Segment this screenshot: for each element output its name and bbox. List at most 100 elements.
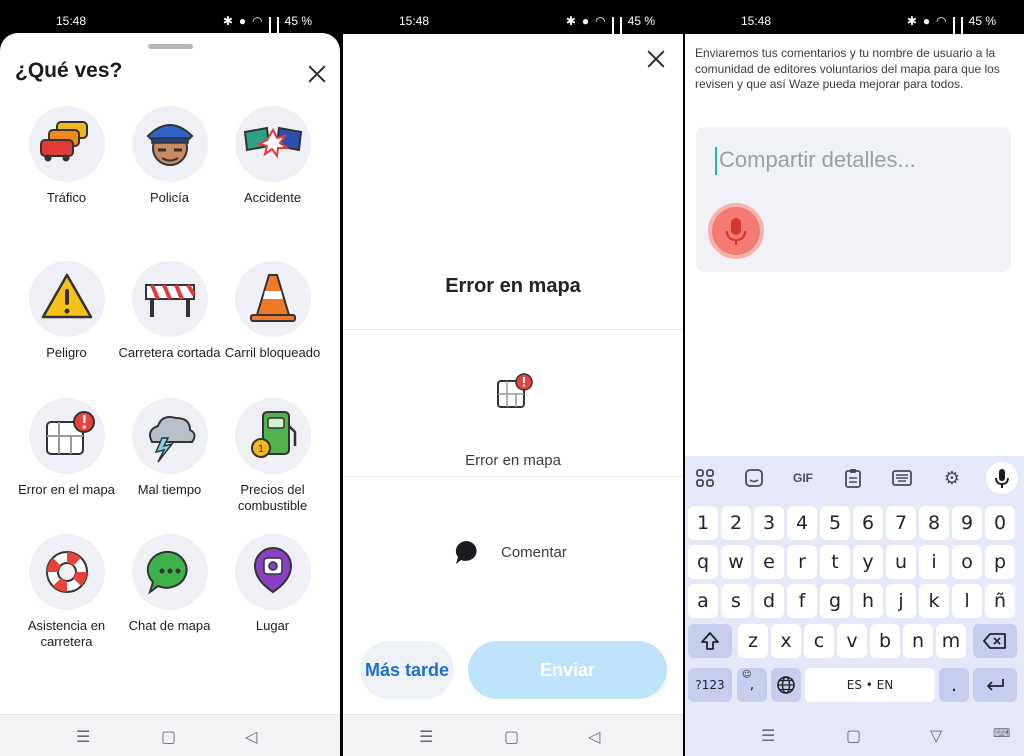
gif-button[interactable]: GIF <box>790 466 816 490</box>
key[interactable]: g <box>820 584 850 618</box>
key[interactable]: 2 <box>721 506 751 540</box>
on-screen-keyboard: GIF ⚙ 1 2 3 4 5 6 7 8 9 0 q w e r t y u … <box>685 456 1024 714</box>
emoji-hint-icon: ☺ <box>742 670 752 680</box>
key[interactable]: 7 <box>886 506 916 540</box>
key[interactable]: c <box>804 624 834 658</box>
key[interactable]: o <box>952 545 982 579</box>
comma-key[interactable]: , ☺ <box>737 668 767 702</box>
key[interactable]: u <box>886 545 916 579</box>
key[interactable]: j <box>886 584 916 618</box>
category-label: Error en el mapa <box>18 482 115 497</box>
category-label: Accidente <box>243 190 302 205</box>
drag-handle[interactable] <box>148 44 193 49</box>
key[interactable]: q <box>688 545 718 579</box>
back-icon[interactable]: ◁ <box>588 727 600 747</box>
key[interactable]: f <box>787 584 817 618</box>
lifebuoy-icon <box>46 551 88 593</box>
storm-cloud-icon <box>149 416 196 463</box>
close-icon[interactable] <box>646 49 666 69</box>
road-barrier-icon <box>145 283 196 317</box>
key[interactable]: 0 <box>985 506 1015 540</box>
hide-keyboard-icon[interactable]: ▽ <box>930 726 942 746</box>
home-icon[interactable]: ▢ <box>504 727 519 747</box>
key[interactable]: e <box>754 545 784 579</box>
clipboard-icon[interactable] <box>840 466 866 490</box>
key[interactable]: 4 <box>787 506 817 540</box>
shift-key[interactable] <box>688 624 732 658</box>
key[interactable]: w <box>721 545 751 579</box>
key[interactable]: h <box>853 584 883 618</box>
backspace-key[interactable] <box>973 624 1017 658</box>
system-nav-bar: ☰ ▢ ◁ <box>343 714 683 756</box>
language-globe-icon[interactable] <box>771 668 801 702</box>
location-icon: ● <box>922 14 931 28</box>
apps-grid-icon[interactable] <box>692 466 718 490</box>
bluetooth-icon: ✱ <box>906 14 917 28</box>
signal-icon <box>268 16 271 41</box>
key[interactable]: x <box>771 624 801 658</box>
symbols-key[interactable]: ?123 <box>688 668 732 702</box>
period-key[interactable]: . <box>939 668 969 702</box>
bluetooth-icon: ✱ <box>565 14 576 28</box>
key[interactable]: r <box>787 545 817 579</box>
key[interactable]: ñ <box>985 584 1015 618</box>
key[interactable]: n <box>903 624 933 658</box>
keyboard-voice-button[interactable] <box>986 462 1018 494</box>
key[interactable]: y <box>853 545 883 579</box>
key[interactable]: 3 <box>754 506 784 540</box>
key[interactable]: 9 <box>952 506 982 540</box>
key[interactable]: 8 <box>919 506 949 540</box>
key[interactable]: t <box>820 545 850 579</box>
traffic-cone-icon <box>250 274 296 322</box>
status-time: 15:48 <box>741 14 772 28</box>
close-icon[interactable] <box>307 64 327 84</box>
category-label: Precios del combustible <box>237 482 308 513</box>
key[interactable]: m <box>936 624 966 658</box>
space-bar[interactable]: ES • EN <box>805 668 935 702</box>
key[interactable]: l <box>952 584 982 618</box>
system-nav-bar: ☰ ▢ ◁ <box>0 714 340 756</box>
comment-details-screen: 15:48 ✱ ● ◠ 45 % Enviaremos tus comentar… <box>685 0 1024 756</box>
key[interactable]: a <box>688 584 718 618</box>
signal-icon-2 <box>619 16 622 41</box>
home-icon[interactable]: ▢ <box>161 727 176 747</box>
key[interactable]: 6 <box>853 506 883 540</box>
key[interactable]: d <box>754 584 784 618</box>
keyboard-layout-icon[interactable] <box>889 466 915 490</box>
category-label: Tráfico <box>46 190 87 205</box>
voice-input-button[interactable] <box>712 207 760 255</box>
police-officer-icon <box>146 124 194 166</box>
settings-gear-icon[interactable]: ⚙ <box>939 466 965 490</box>
home-icon[interactable]: ▢ <box>846 726 861 746</box>
battery-level: 45 % <box>968 14 996 28</box>
backspace-icon <box>983 633 1006 649</box>
later-button[interactable]: Más tarde <box>360 641 454 699</box>
key[interactable]: 1 <box>688 506 718 540</box>
recents-icon[interactable]: ☰ <box>76 727 90 747</box>
microphone-icon <box>995 469 1009 488</box>
details-box: Compartir detalles... <box>696 127 1011 272</box>
recents-icon[interactable]: ☰ <box>761 726 775 746</box>
system-nav-bar: ☰ ▢ ▽ ⌨ <box>685 714 1024 756</box>
key[interactable]: p <box>985 545 1015 579</box>
send-button[interactable]: Enviar <box>468 641 667 699</box>
location-icon: ● <box>238 14 247 28</box>
back-icon[interactable]: ◁ <box>245 727 257 747</box>
key[interactable]: z <box>738 624 768 658</box>
key[interactable]: v <box>837 624 867 658</box>
category-label: Policía <box>149 190 190 205</box>
selected-report-type: Error en mapa <box>465 452 561 469</box>
sticker-icon[interactable] <box>741 466 767 490</box>
key[interactable]: b <box>870 624 900 658</box>
location-icon: ● <box>581 14 590 28</box>
key[interactable]: i <box>919 545 949 579</box>
key[interactable]: s <box>721 584 751 618</box>
keyboard-switch-icon[interactable]: ⌨ <box>993 726 1010 740</box>
details-input[interactable]: Compartir detalles... <box>715 147 995 175</box>
report-sheet: ¿Qué ves? Tráfico Policía Accidente Peli… <box>0 33 340 714</box>
key[interactable]: 5 <box>820 506 850 540</box>
enter-key[interactable] <box>973 668 1017 702</box>
recents-icon[interactable]: ☰ <box>419 727 433 747</box>
key[interactable]: k <box>919 584 949 618</box>
comment-row[interactable]: Comentar <box>453 538 567 566</box>
